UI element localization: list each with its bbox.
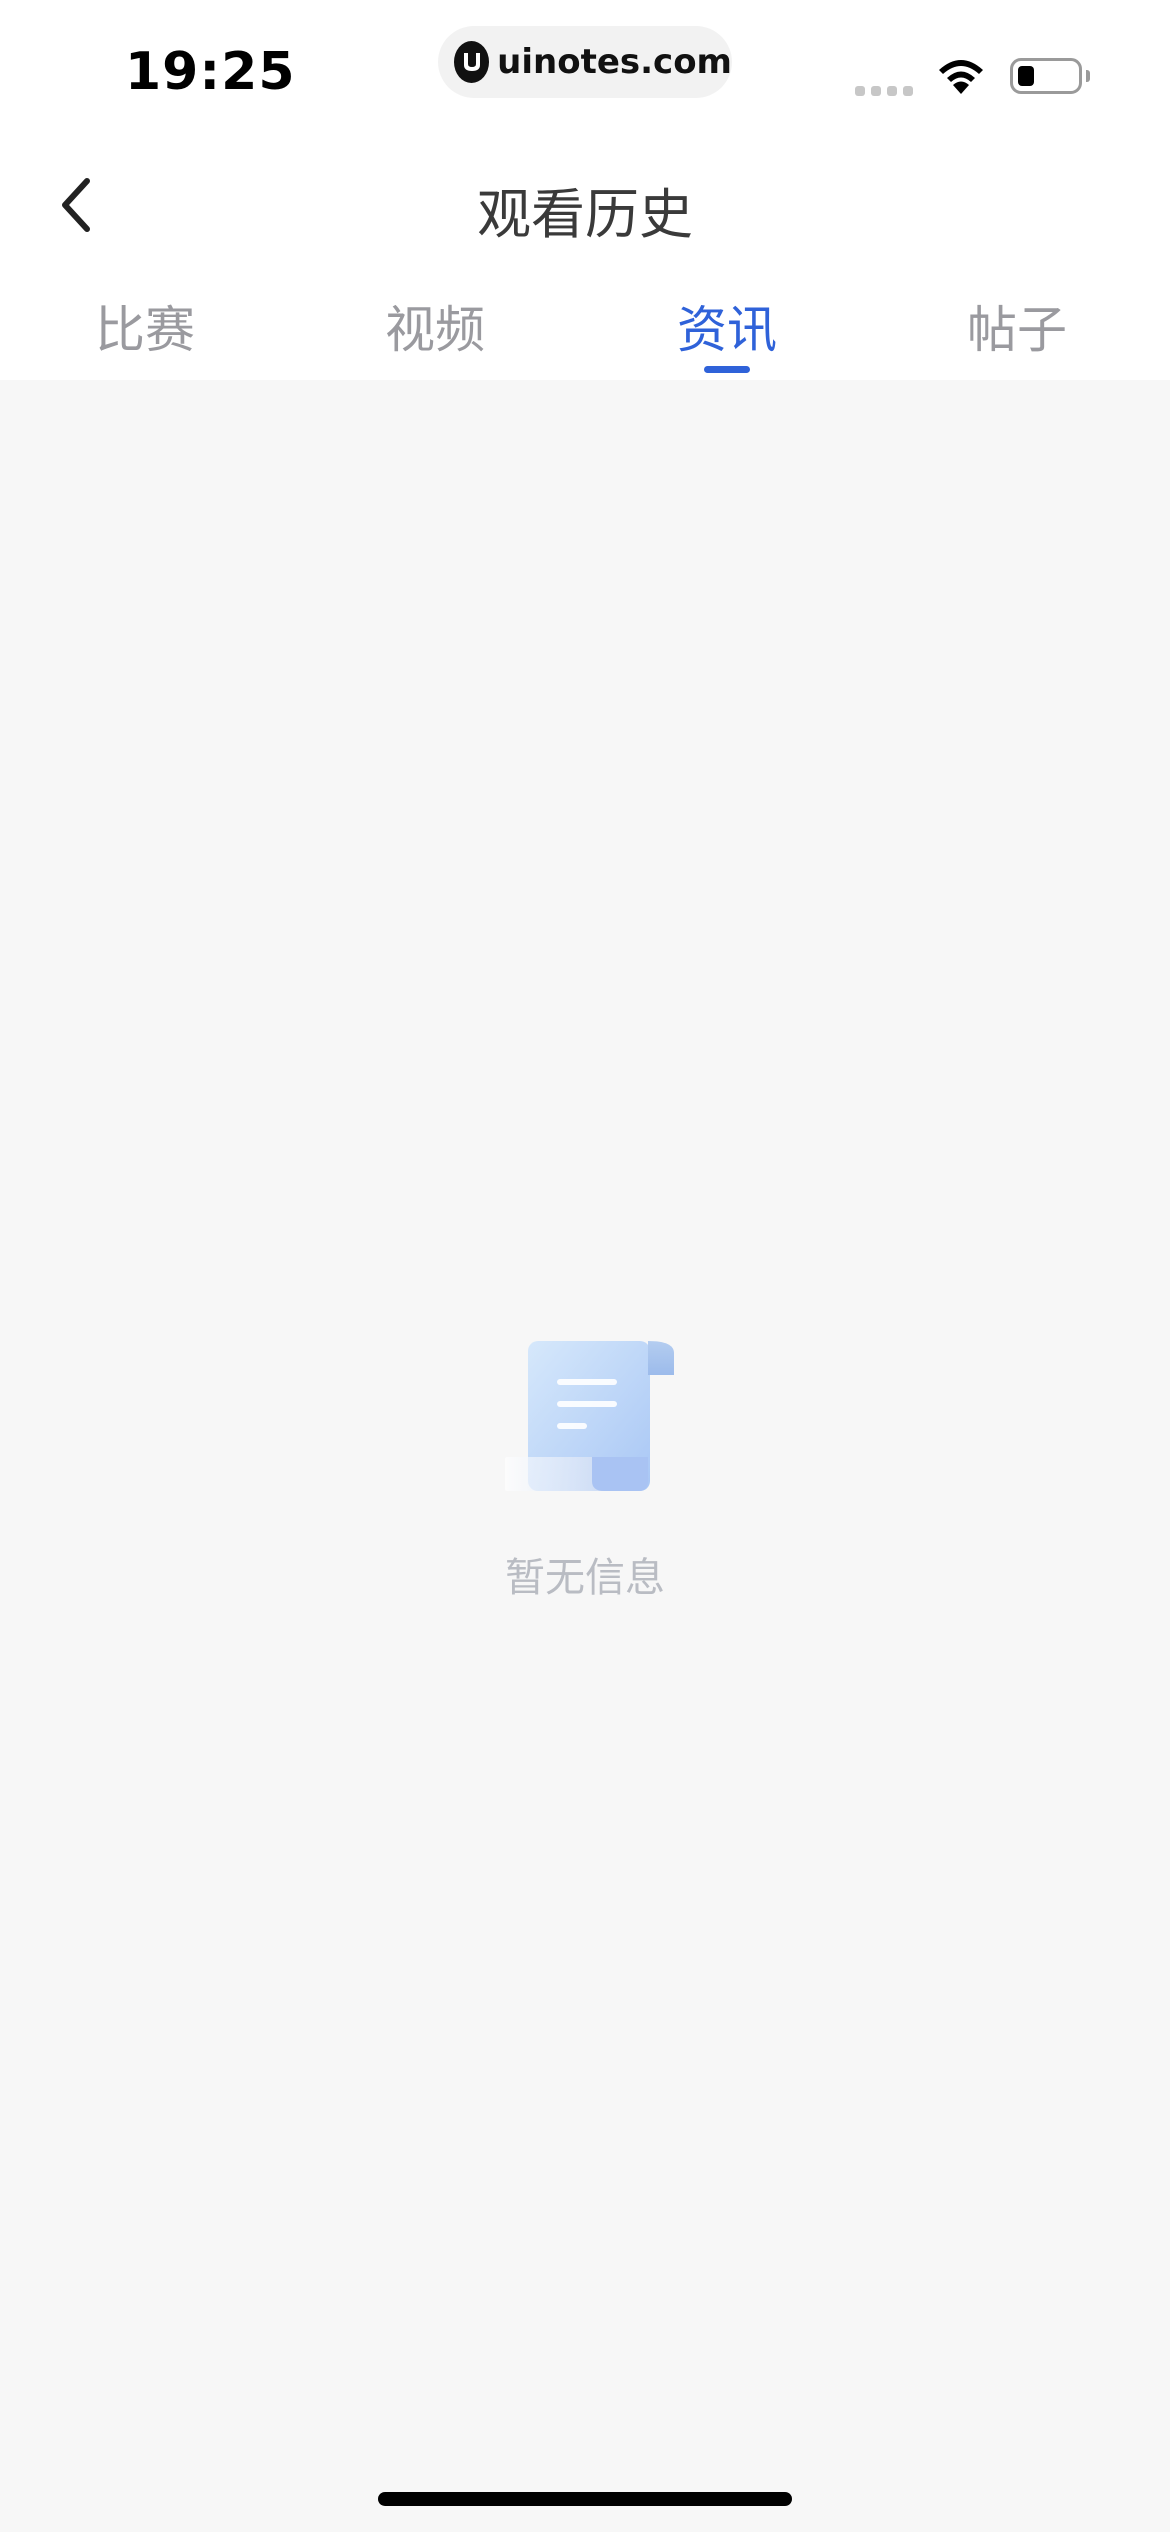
- url-text: uinotes.com: [497, 42, 732, 82]
- site-logo-icon: [454, 41, 490, 83]
- home-indicator[interactable]: [378, 2492, 792, 2506]
- page-title: 观看历史: [477, 183, 693, 246]
- tab-videos[interactable]: 视频: [355, 290, 515, 362]
- active-tab-indicator: [704, 366, 750, 373]
- battery-cap: [1086, 70, 1090, 82]
- tab-news[interactable]: 资讯: [647, 290, 807, 362]
- battery-icon: [1010, 58, 1082, 94]
- tab-matches[interactable]: 比赛: [65, 290, 225, 362]
- status-time: 19:25: [125, 42, 296, 102]
- document-scroll-icon: [500, 1335, 675, 1495]
- tab-posts[interactable]: 帖子: [937, 290, 1097, 362]
- wifi-icon: [934, 56, 988, 100]
- cellular-signal-icon: [855, 86, 913, 96]
- url-pill[interactable]: uinotes.com: [438, 26, 732, 98]
- empty-state-message: 暂无信息: [505, 1555, 665, 1601]
- tab-bar: 比赛 视频 资讯 帖子: [0, 290, 1170, 380]
